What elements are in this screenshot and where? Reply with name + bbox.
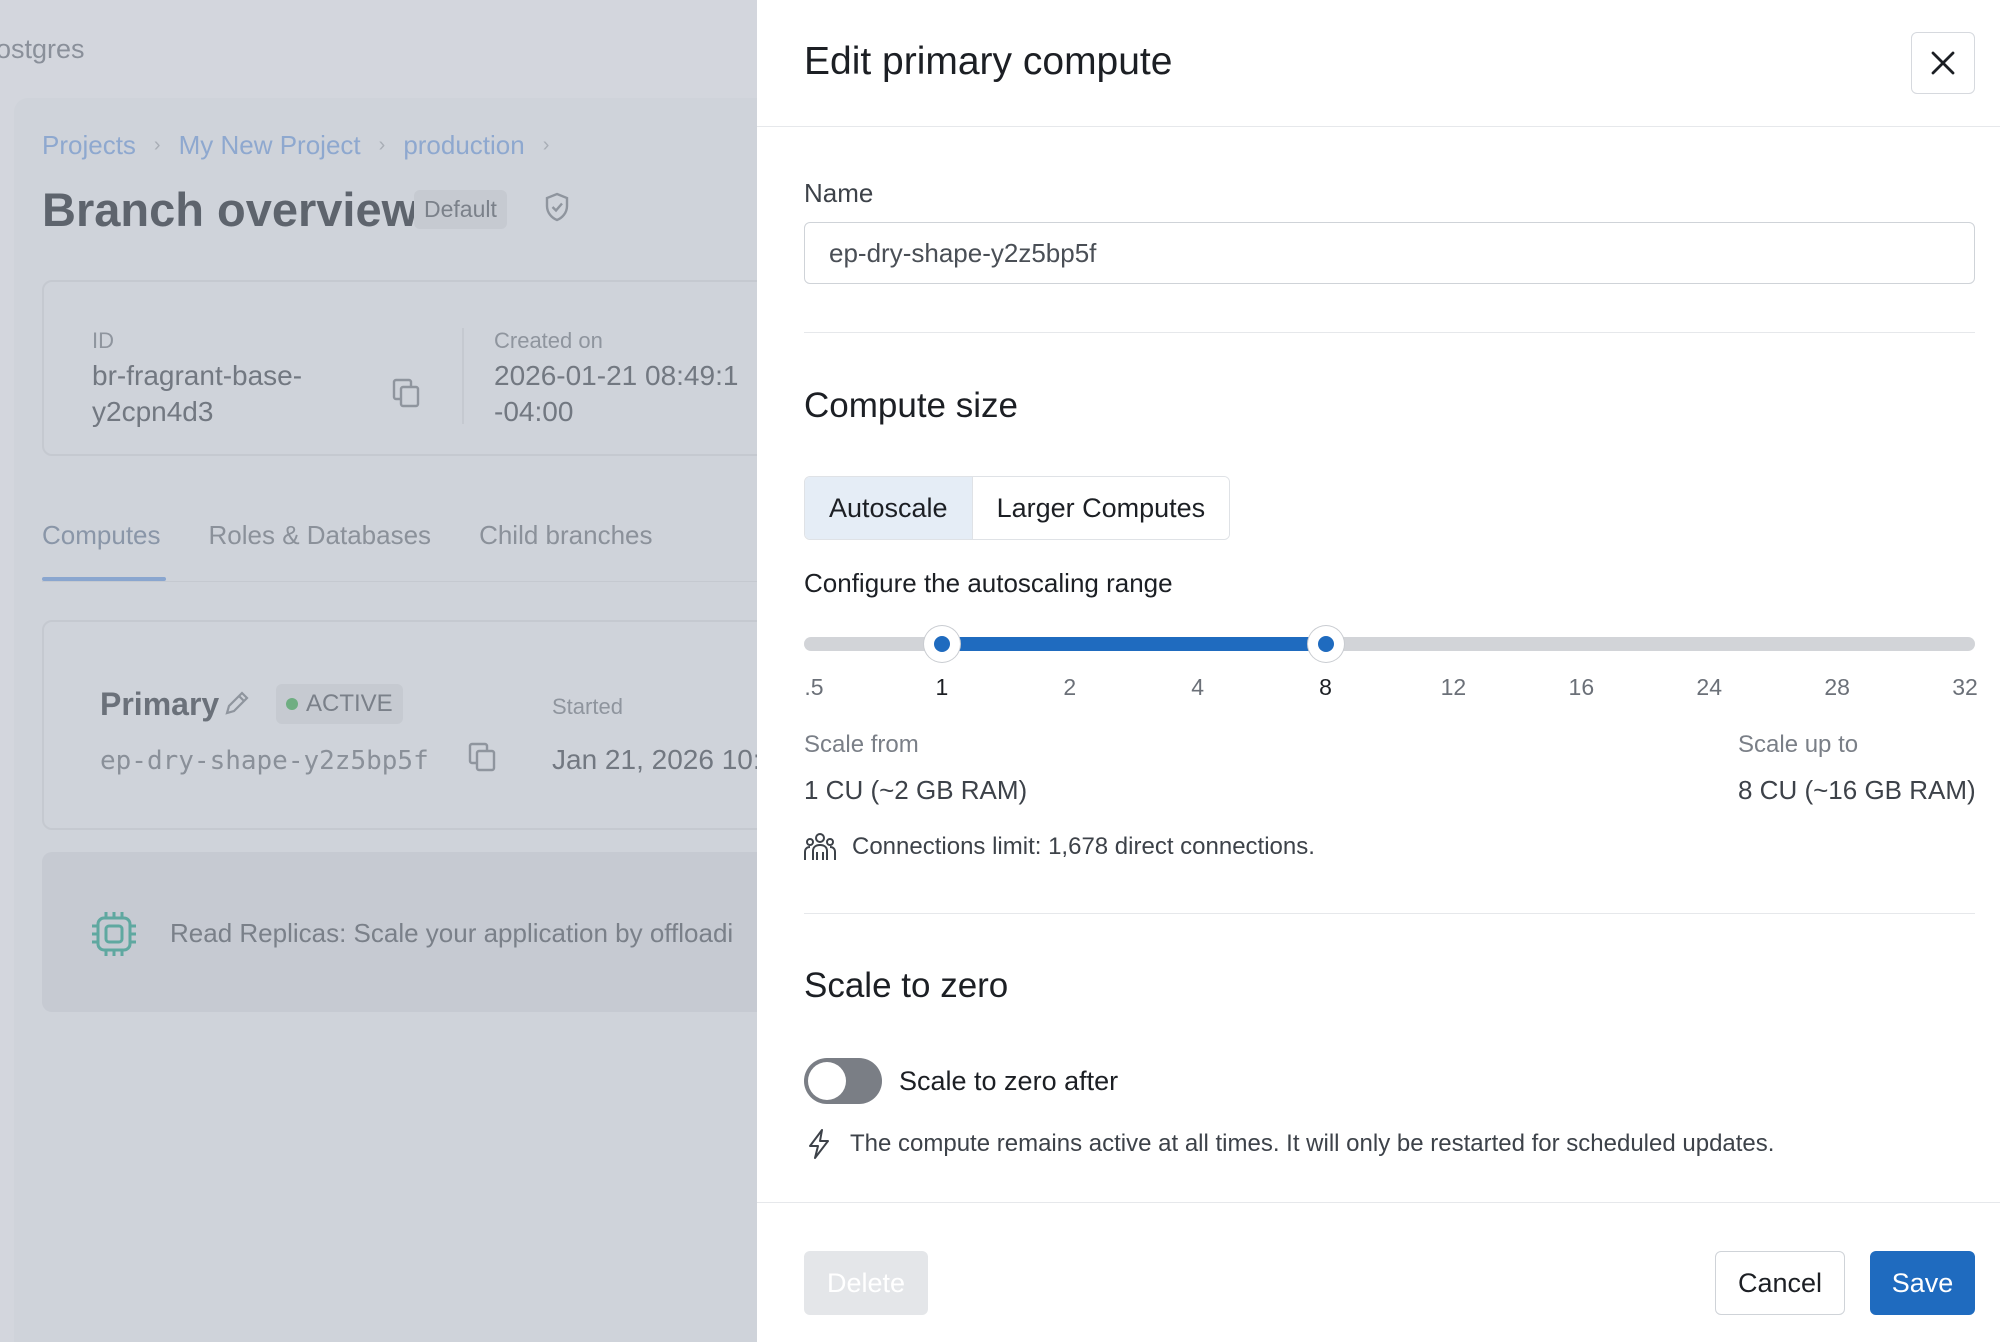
edit-compute-drawer: Edit primary compute Name Compute size A… [757,0,2000,1342]
tab-child-branches[interactable]: Child branches [479,520,652,551]
breadcrumb-separator: › [153,134,161,156]
breadcrumb: Projects › My New Project › production › [42,130,567,161]
save-button[interactable]: Save [1870,1251,1975,1315]
slider-tick-label: .5 [804,674,824,700]
copy-icon[interactable] [468,742,496,772]
branch-tabs: Computes Roles & Databases Child branche… [42,520,653,551]
tab-computes[interactable]: Computes [42,520,161,551]
tab-larger-computes[interactable]: Larger Computes [971,477,1230,539]
primary-label: Primary [100,686,220,722]
status-badge: ACTIVE [276,684,403,724]
breadcrumb-projects[interactable]: Projects [42,130,136,161]
page-title: Branch overview [42,183,419,236]
connections-limit: Connections limit: 1,678 direct connecti… [804,832,1315,862]
status-dot [286,698,298,710]
copy-icon[interactable] [392,378,420,408]
scale-from-value: 1 CU (~2 GB RAM) [804,775,1028,805]
read-replicas-text: Read Replicas: Scale your application by… [170,918,734,948]
compute-size-title: Compute size [804,386,1018,425]
slider-tick-label: 1 [935,674,949,700]
breadcrumb-project[interactable]: My New Project [179,130,361,161]
default-badge: Default [414,190,507,229]
close-icon [1931,51,1955,75]
breadcrumb-separator: › [378,134,386,156]
configure-range-label: Configure the autoscaling range [804,568,1173,598]
chip-icon [92,912,136,956]
active-note: The compute remains active at all times.… [804,1128,1774,1160]
created-value-line1: 2026-01-21 08:49:1 [494,360,739,391]
slider-tick-label: 16 [1568,674,1595,700]
branch-id-line1: br-fragrant-base- [92,360,303,391]
connections-limit-text: Connections limit: 1,678 direct connecti… [852,833,1315,860]
slider-tick-label: 32 [1952,674,1978,700]
primary-compute-card: Primary ACTIVE Started ep-dry-shape-y2z5… [42,620,757,830]
active-note-text: The compute remains active at all times.… [850,1130,1775,1157]
id-label: ID [92,328,114,353]
slider-tick-label: 28 [1824,674,1850,700]
tab-autoscale[interactable]: Autoscale [805,477,972,539]
close-button[interactable] [1911,32,1975,94]
started-value: Jan 21, 2026 10: [552,744,757,775]
breadcrumb-separator: › [542,134,550,156]
tab-roles-databases[interactable]: Roles & Databases [209,520,432,551]
scale-from-label: Scale from [804,731,919,758]
slider-tick-label: 4 [1191,674,1205,700]
drawer-footer: Delete Cancel Save [757,1202,2000,1342]
divider [804,332,1975,333]
cancel-button[interactable]: Cancel [1715,1251,1845,1315]
scale-up-label: Scale up to [1738,731,1859,758]
bolt-icon [809,1129,829,1159]
scale-to-zero-title: Scale to zero [804,966,1009,1005]
active-tab-indicator [42,577,166,581]
slider-tick-label: 24 [1696,674,1723,700]
slider-min-handle[interactable] [923,626,960,662]
users-icon [804,833,836,860]
drawer-title: Edit primary compute [804,40,1173,83]
compute-mode-toggle: Autoscale Larger Computes [804,476,1231,540]
created-value-line2: -04:00 [494,396,574,427]
slider-tick-label: 12 [1440,674,1467,700]
divider [804,913,1975,914]
started-label: Started [552,694,623,719]
pencil-icon[interactable] [222,688,252,718]
background-page: ostgres Projects › My New Project › prod… [0,0,757,1342]
toggle-knob [808,1062,846,1100]
endpoint-id: ep-dry-shape-y2z5bp5f [100,746,429,776]
app-title: ostgres [0,34,85,64]
divider [462,328,464,424]
scale-up-value: 8 CU (~16 GB RAM) [1738,775,1976,805]
name-input[interactable] [804,222,1975,284]
autoscale-range-slider[interactable] [804,626,1975,662]
slider-tick-label: 8 [1319,674,1332,700]
tabs-divider [42,581,757,582]
breadcrumb-branch[interactable]: production [403,130,524,161]
slider-range-fill [941,637,1326,651]
scale-to-zero-toggle[interactable] [804,1058,882,1104]
branch-id-line2: y2cpn4d3 [92,396,214,427]
scale-to-zero-label: Scale to zero after [899,1066,1119,1096]
read-replicas-banner: Read Replicas: Scale your application by… [42,852,757,1012]
branch-info-card: ID br-fragrant-base- y2cpn4d3 Created on… [42,280,757,456]
created-label: Created on [494,328,603,353]
slider-max-handle[interactable] [1307,626,1344,662]
status-text: ACTIVE [306,690,393,717]
drawer-header: Edit primary compute [757,0,2000,127]
slider-tick-label: 2 [1063,674,1077,700]
name-label: Name [804,178,874,208]
shield-icon[interactable] [544,192,570,222]
delete-button[interactable]: Delete [804,1251,928,1315]
